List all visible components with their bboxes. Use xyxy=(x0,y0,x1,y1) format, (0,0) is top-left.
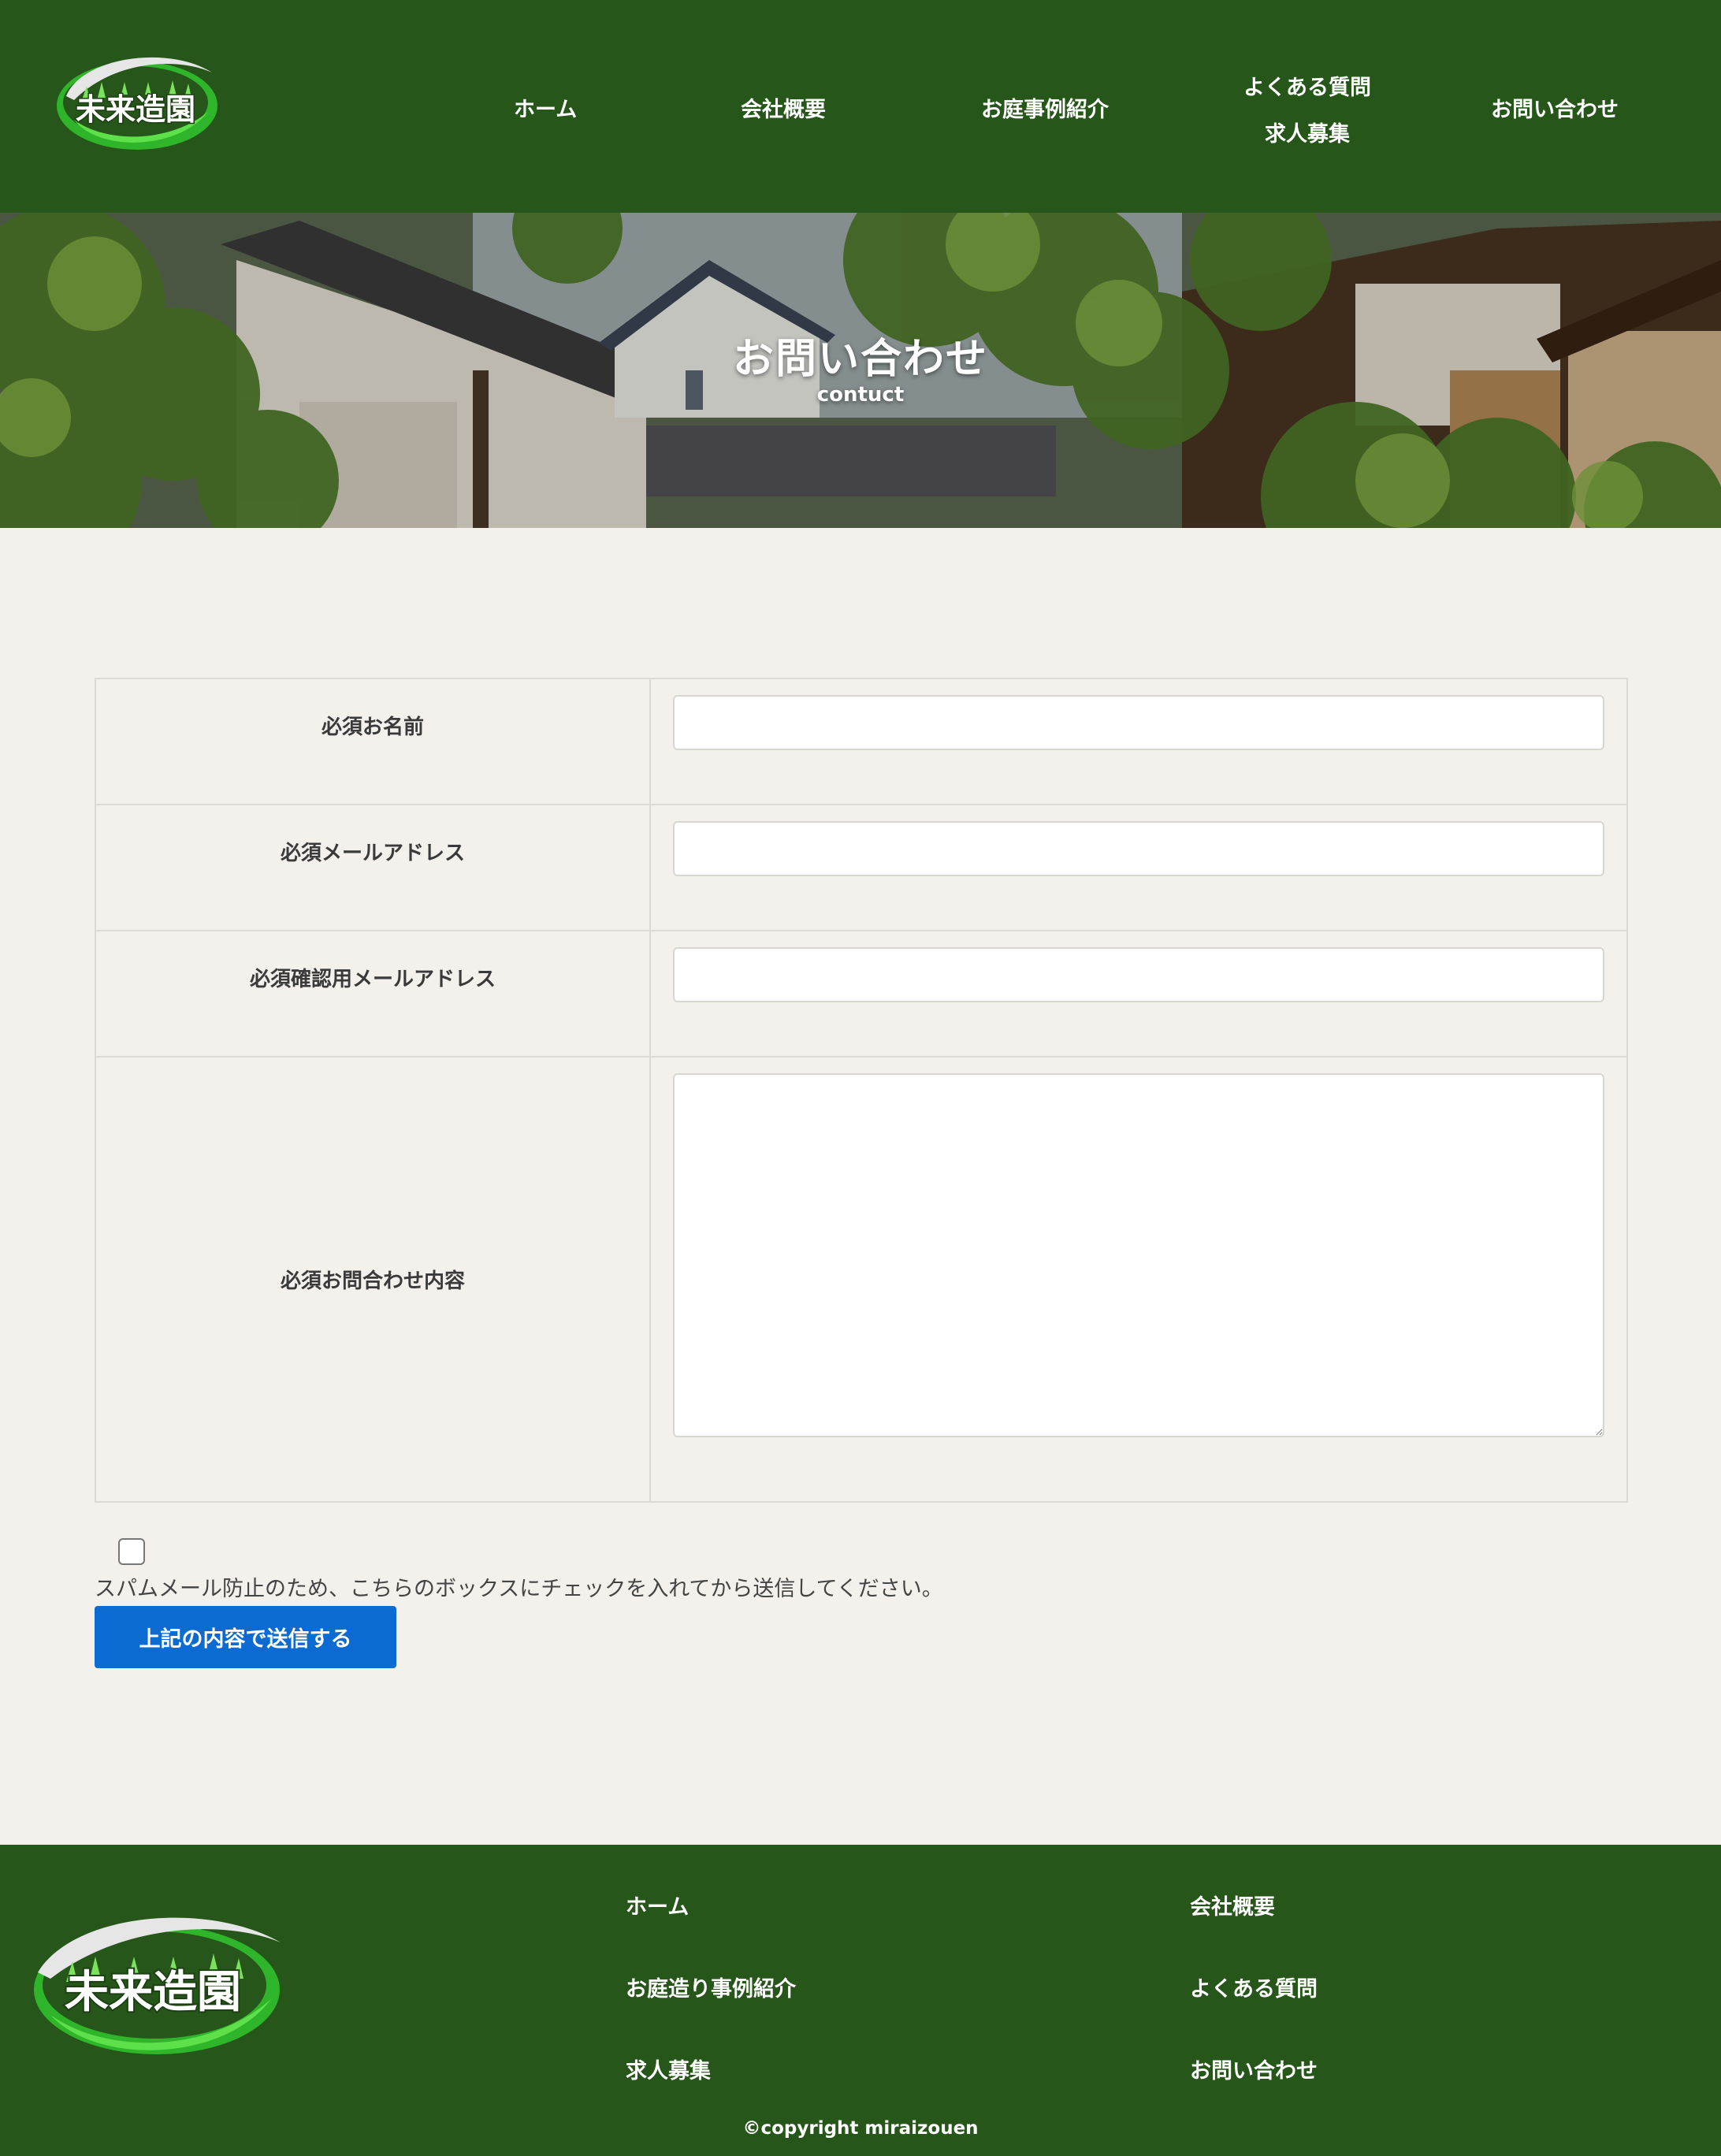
page-title: お問い合わせ xyxy=(732,336,988,383)
footer-link-cases[interactable]: お庭造り事例紹介 xyxy=(626,1972,796,2002)
email-label: 必須メールアドレス xyxy=(96,805,651,930)
footer-link-recruit[interactable]: 求人募集 xyxy=(626,2054,711,2084)
message-field-cell xyxy=(651,1058,1626,1501)
nav-stack: よくある質問 求人募集 xyxy=(1243,70,1371,147)
nav-company[interactable]: 会社概要 xyxy=(741,92,826,123)
nav-home[interactable]: ホーム xyxy=(514,92,577,123)
spam-notice: スパムメール防止のため、こちらのボックスにチェックを入れてから送信してください。 xyxy=(95,1577,943,1601)
page-subtitle: contuct xyxy=(816,383,905,407)
footer-logo[interactable]: 未来造園 xyxy=(27,1897,287,2062)
site-logo[interactable]: 未来造園 xyxy=(50,41,224,159)
email-confirm-field-cell xyxy=(651,931,1626,1056)
name-input[interactable] xyxy=(673,695,1604,750)
contact-form: 必須お名前 必須メールアドレス 必須確認用メールアドレス 必須お問合わせ内容 xyxy=(95,678,1628,1503)
nav-recruit[interactable]: 求人募集 xyxy=(1265,117,1350,147)
nav-faq[interactable]: よくある質問 xyxy=(1243,70,1371,101)
nav-cases[interactable]: お庭事例紹介 xyxy=(981,92,1109,123)
site-header: 未来造園 ホーム 会社概要 お庭事例紹介 よくある質問 求人募集 お問い合わせ xyxy=(0,0,1721,213)
footer-link-faq[interactable]: よくある質問 xyxy=(1190,1972,1318,2002)
form-row-name: 必須お名前 xyxy=(96,679,1626,805)
svg-text:未来造園: 未来造園 xyxy=(76,92,195,127)
svg-text:未来造園: 未来造園 xyxy=(65,1967,241,2018)
form-row-email-confirm: 必須確認用メールアドレス xyxy=(96,931,1626,1058)
name-field-cell xyxy=(651,679,1626,804)
nav-contact[interactable]: お問い合わせ xyxy=(1491,92,1619,123)
footer-link-contact[interactable]: お問い合わせ xyxy=(1190,2054,1318,2084)
form-row-message: 必須お問合わせ内容 xyxy=(96,1058,1626,1501)
message-textarea[interactable] xyxy=(673,1073,1604,1437)
email-field-cell xyxy=(651,805,1626,930)
footer-logo-graphic: 未来造園 xyxy=(34,1917,281,2054)
footer-link-home[interactable]: ホーム xyxy=(626,1890,689,1920)
site-footer: 未来造園 ホーム 会社概要 お庭造り事例紹介 よくある質問 求人募集 お問い合わ… xyxy=(0,1845,1721,2156)
email-input[interactable] xyxy=(673,821,1604,876)
email-confirm-label: 必須確認用メールアドレス xyxy=(96,931,651,1056)
form-row-email: 必須メールアドレス xyxy=(96,805,1626,931)
hero-banner: お問い合わせ contuct xyxy=(0,213,1721,528)
email-confirm-input[interactable] xyxy=(673,947,1604,1002)
submit-button[interactable]: 上記の内容で送信する xyxy=(95,1606,396,1668)
spam-checkbox[interactable] xyxy=(118,1538,145,1565)
logo-graphic: 未来造園 xyxy=(57,57,217,150)
name-label: 必須お名前 xyxy=(96,679,651,804)
footer-link-company[interactable]: 会社概要 xyxy=(1190,1890,1275,1920)
message-label: 必須お問合わせ内容 xyxy=(96,1058,651,1501)
copyright: ©copyright miraizouen xyxy=(742,2118,979,2139)
